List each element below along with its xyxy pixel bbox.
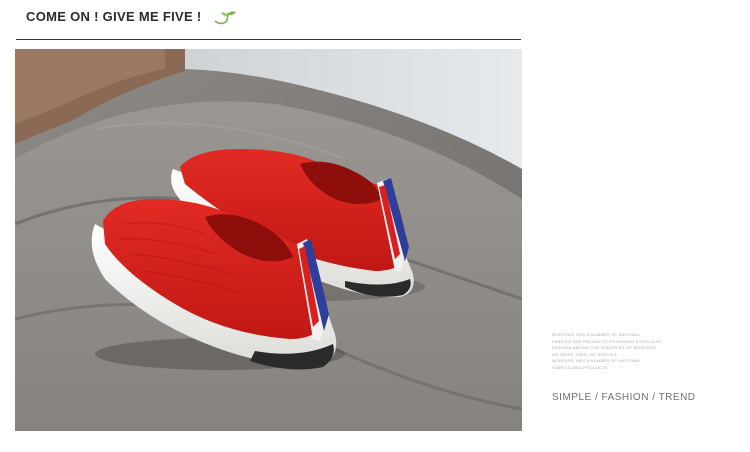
product-photo: [15, 49, 522, 431]
shoes-photo-illustration: [15, 49, 522, 431]
side-line: FABRICS AND PRODUCTS: [552, 364, 609, 370]
sprout-icon: [214, 11, 236, 25]
tagline: SIMPLE / FASHION / TREND: [552, 392, 696, 403]
side-description: MORCKED HAS A NUMBER OF NATIONAL FABRICS…: [552, 332, 712, 371]
header-divider: [16, 39, 521, 40]
header-title: COME ON ! GIVE ME FIVE !: [26, 9, 202, 24]
